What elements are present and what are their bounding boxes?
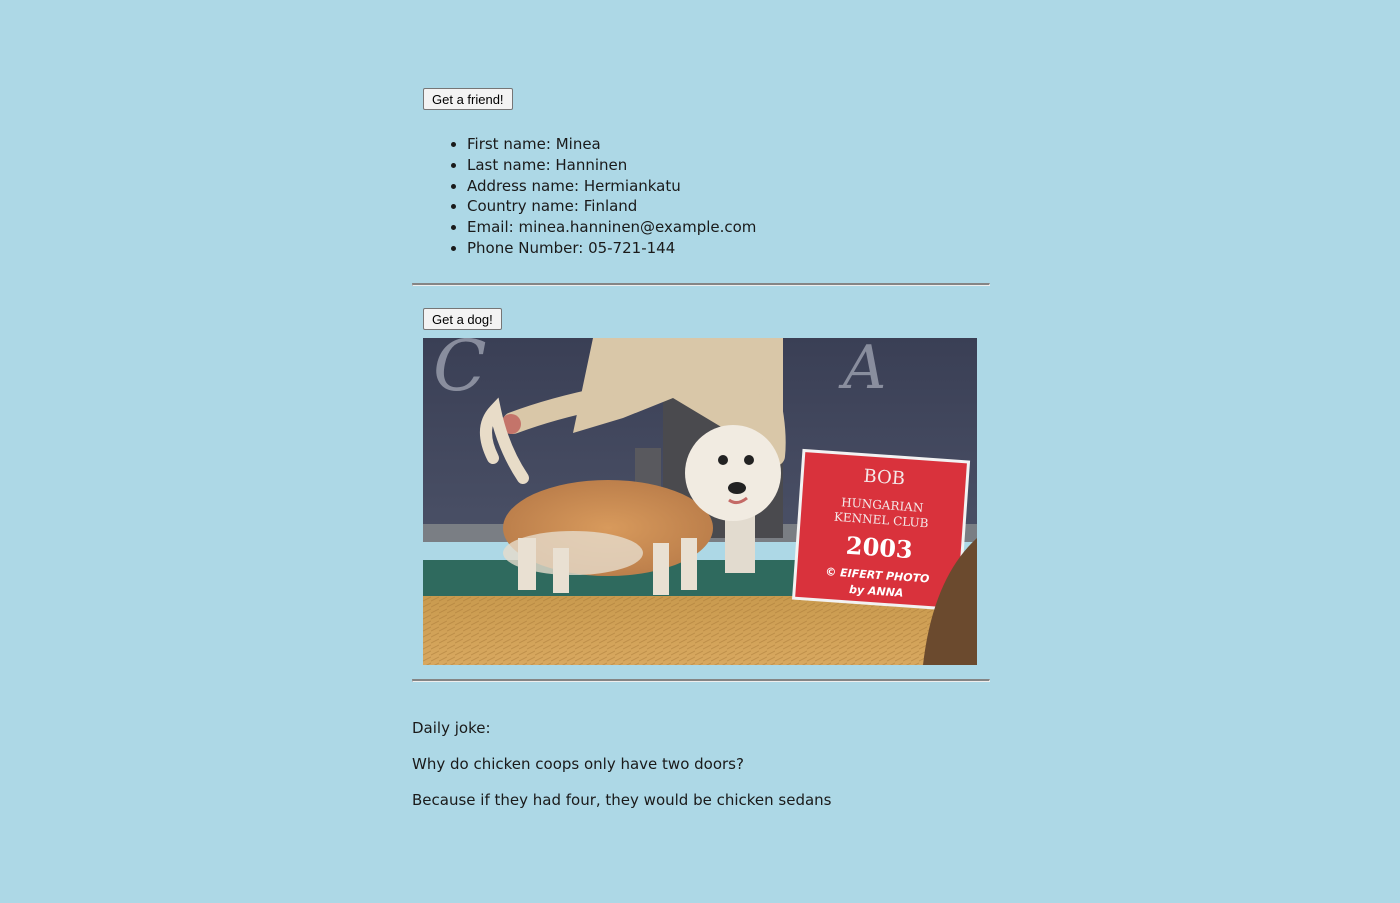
joke-answer: Because if they had four, they would be … xyxy=(412,791,832,809)
list-item-email: Email: minea.hanninen@example.com xyxy=(467,217,756,238)
section-divider xyxy=(412,283,990,286)
svg-text:A: A xyxy=(838,338,886,403)
joke-label: Daily joke: xyxy=(412,719,491,737)
dog-photo: C A BOB HUNGARIAN KENNEL CLUB 2003 © EIF… xyxy=(423,338,977,665)
list-item-address: Address name: Hermiankatu xyxy=(467,176,756,197)
joke-question: Why do chicken coops only have two doors… xyxy=(412,755,744,773)
get-friend-button[interactable]: Get a friend! xyxy=(423,88,513,110)
sign-bob: BOB xyxy=(863,466,906,490)
friend-details-list: First name: Minea Last name: Hanninen Ad… xyxy=(412,134,756,259)
get-dog-button[interactable]: Get a dog! xyxy=(423,308,502,330)
section-divider xyxy=(412,679,990,682)
sign-year: 2003 xyxy=(845,531,914,565)
list-item-phone: Phone Number: 05-721-144 xyxy=(467,238,756,259)
list-item-first-name: First name: Minea xyxy=(467,134,756,155)
svg-text:C: C xyxy=(433,338,487,407)
list-item-country: Country name: Finland xyxy=(467,196,756,217)
list-item-last-name: Last name: Hanninen xyxy=(467,155,756,176)
